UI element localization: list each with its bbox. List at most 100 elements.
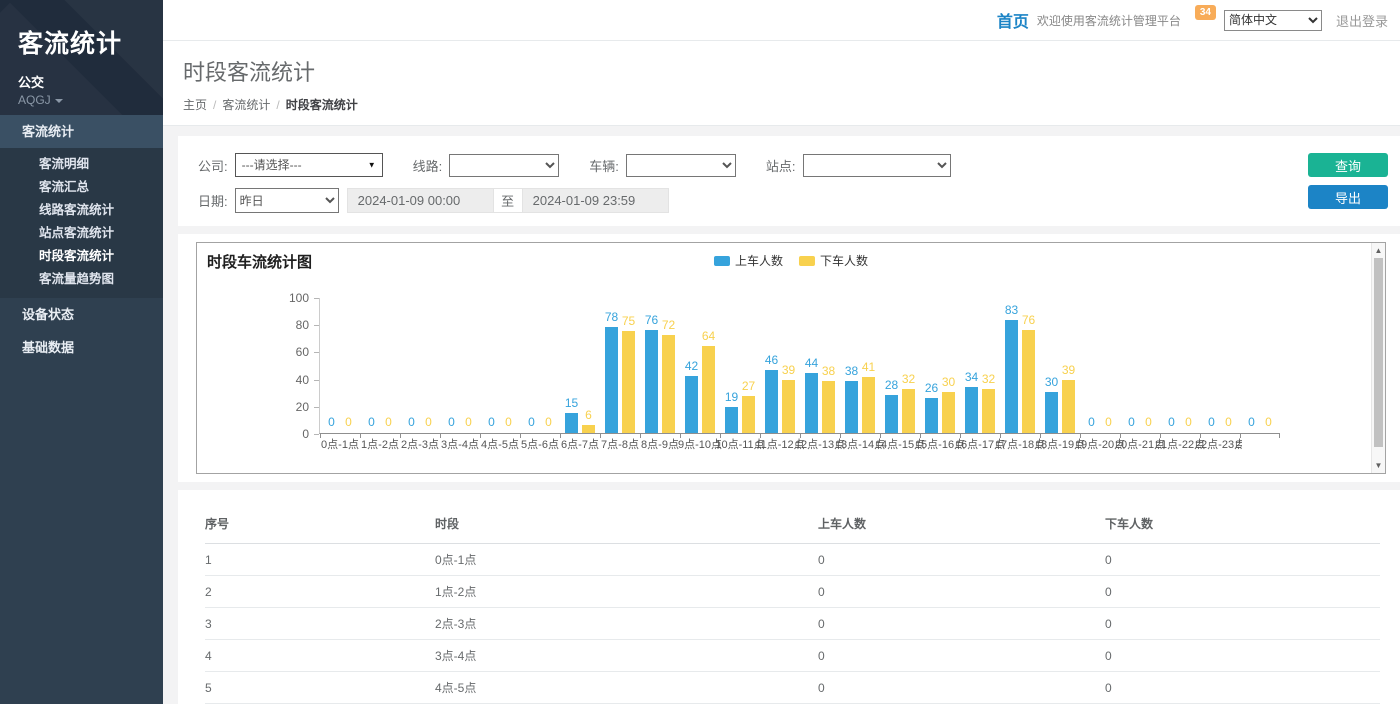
stats-table: 序号时段上车人数下车人数 10点-1点0021点-2点0032点-3点0043点… <box>205 509 1380 704</box>
table-row: 43点-4点00 <box>205 640 1380 672</box>
bar-上车人数 <box>1005 320 1018 433</box>
x-axis-tick-mark <box>1120 433 1121 438</box>
x-axis-tick-mark <box>320 433 321 438</box>
x-axis-tick-label: 10点-11点 <box>720 436 760 452</box>
bar-上车人数 <box>925 398 938 433</box>
x-axis-tick-mark <box>360 433 361 438</box>
date-filter: 日期: 昨日 至 <box>198 188 669 213</box>
bar-group: 8376 <box>1000 298 1040 433</box>
table-cell: 0 <box>818 576 1105 608</box>
scroll-down-icon[interactable]: ▼ <box>1372 459 1385 472</box>
filter-row-1: 公司: ---请选择--- ▼ 线路: 车辆: <box>198 153 1380 177</box>
sidebar-item[interactable]: 时段客流统计 <box>0 245 163 268</box>
breadcrumb-link[interactable]: 客流统计 <box>222 98 270 112</box>
sidebar-item[interactable]: 线路客流统计 <box>0 199 163 222</box>
x-axis-tick-label: 2点-3点 <box>400 436 440 452</box>
home-link[interactable]: 首页 <box>997 8 1029 32</box>
sidebar-section[interactable]: 设备状态 <box>0 298 163 331</box>
table-cell: 0点-1点 <box>435 544 818 576</box>
table-row: 54点-5点00 <box>205 672 1380 704</box>
bar-下车人数 <box>902 389 915 433</box>
content-wrapper: 公司: ---请选择--- ▼ 线路: 车辆: <box>163 126 1400 704</box>
bar-group: 00 <box>440 298 480 433</box>
bar-group: 4264 <box>680 298 720 433</box>
search-button[interactable]: 查询 <box>1308 153 1388 177</box>
station-select[interactable] <box>803 154 951 177</box>
language-select[interactable]: 简体中文 <box>1224 10 1322 31</box>
vehicle-select[interactable] <box>626 154 736 177</box>
x-axis-tick-mark <box>1279 433 1280 438</box>
table-cell: 4 <box>205 640 435 672</box>
bar-value-label: 0 <box>534 415 563 429</box>
logout-link[interactable]: 退出登录 <box>1336 11 1388 30</box>
notification-badge[interactable]: 34 <box>1195 5 1216 20</box>
x-axis-tick-label: 7点-8点 <box>600 436 640 452</box>
legend-label: 下车人数 <box>820 252 868 269</box>
x-axis-tick-mark <box>1080 433 1081 438</box>
sidebar-item[interactable]: 客流明细 <box>0 153 163 176</box>
x-axis-tick-mark <box>680 433 681 438</box>
sidebar-item[interactable]: 站点客流统计 <box>0 222 163 245</box>
scroll-up-icon[interactable]: ▲ <box>1372 244 1385 257</box>
sidebar-section[interactable]: 基础数据 <box>0 331 163 364</box>
page-title: 时段客流统计 <box>183 55 1380 87</box>
welcome-text: 欢迎使用客流统计管理平台 <box>1037 12 1181 29</box>
bar-group: 00 <box>480 298 520 433</box>
x-axis-tick-label: 4点-5点 <box>480 436 520 452</box>
line-select[interactable] <box>449 154 559 177</box>
vehicle-filter: 车辆: <box>589 154 736 177</box>
export-button[interactable]: 导出 <box>1308 185 1388 209</box>
sidebar-item[interactable]: 客流量趋势图 <box>0 268 163 291</box>
table-header-cell: 时段 <box>435 509 818 544</box>
sidebar-nav: 客流统计客流明细客流汇总线路客流统计站点客流统计时段客流统计客流量趋势图设备状态… <box>0 115 163 364</box>
table-cell: 3 <box>205 608 435 640</box>
x-axis-tick-mark <box>400 433 401 438</box>
x-axis-tick-mark <box>800 433 801 438</box>
breadcrumb-link[interactable]: 主页 <box>183 98 207 112</box>
legend-swatch <box>714 256 730 266</box>
sidebar-item[interactable]: 客流汇总 <box>0 176 163 199</box>
chart-legend: 上车人数 下车人数 <box>714 252 868 269</box>
table-cell: 0 <box>818 608 1105 640</box>
table-body: 10点-1点0021点-2点0032点-3点0043点-4点0054点-5点00… <box>205 544 1380 704</box>
table-cell: 3点-4点 <box>435 640 818 672</box>
x-axis-tick-label: 8点-9点 <box>640 436 680 452</box>
y-axis-tick-mark <box>314 380 319 381</box>
table-cell: 0 <box>818 672 1105 704</box>
org-selector[interactable]: AQGJ <box>18 93 163 107</box>
x-axis-tick-label: 3点-4点 <box>440 436 480 452</box>
bar-value-label: 64 <box>694 329 723 343</box>
sidebar-submenu: 客流明细客流汇总线路客流统计站点客流统计时段客流统计客流量趋势图 <box>0 148 163 298</box>
filter-panel: 公司: ---请选择--- ▼ 线路: 车辆: <box>178 136 1400 226</box>
x-axis-tick-label: 0点-1点 <box>320 436 360 452</box>
company-filter: 公司: ---请选择--- ▼ <box>198 153 383 177</box>
app-title: 客流统计 <box>18 24 163 60</box>
bar-下车人数 <box>702 346 715 433</box>
legend-item[interactable]: 上车人数 <box>714 252 783 269</box>
line-label: 线路: <box>413 156 443 175</box>
y-axis-tick-label: 60 <box>197 345 309 359</box>
bar-下车人数 <box>862 377 875 433</box>
legend-item[interactable]: 下车人数 <box>799 252 868 269</box>
date-end-input[interactable] <box>522 188 669 213</box>
x-axis-tick-mark <box>640 433 641 438</box>
company-select[interactable]: ---请选择--- <box>235 153 383 177</box>
x-axis-labels: 0点-1点1点-2点2点-3点3点-4点4点-5点5点-6点6点-7点7点-8点… <box>320 436 1242 452</box>
bar-group: 156 <box>560 298 600 433</box>
bar-上车人数 <box>645 330 658 433</box>
table-cell: 2点-3点 <box>435 608 818 640</box>
bars-container: 0000000000001567875767242641927463944383… <box>320 298 1279 433</box>
scrollbar-thumb[interactable] <box>1374 258 1383 447</box>
table-header-cell: 上车人数 <box>818 509 1105 544</box>
table-cell: 0 <box>818 544 1105 576</box>
chart-scrollbar[interactable]: ▲ ▼ <box>1371 243 1385 473</box>
date-start-input[interactable] <box>347 188 494 213</box>
y-axis-tick-mark <box>314 298 319 299</box>
sidebar-section[interactable]: 客流统计 <box>0 115 163 148</box>
date-preset-select[interactable]: 昨日 <box>235 188 339 213</box>
org-name: 公交 <box>18 72 163 91</box>
bar-下车人数 <box>1022 330 1035 433</box>
x-axis-tick-mark <box>1000 433 1001 438</box>
table-cell: 2 <box>205 576 435 608</box>
bar-group: 7672 <box>640 298 680 433</box>
